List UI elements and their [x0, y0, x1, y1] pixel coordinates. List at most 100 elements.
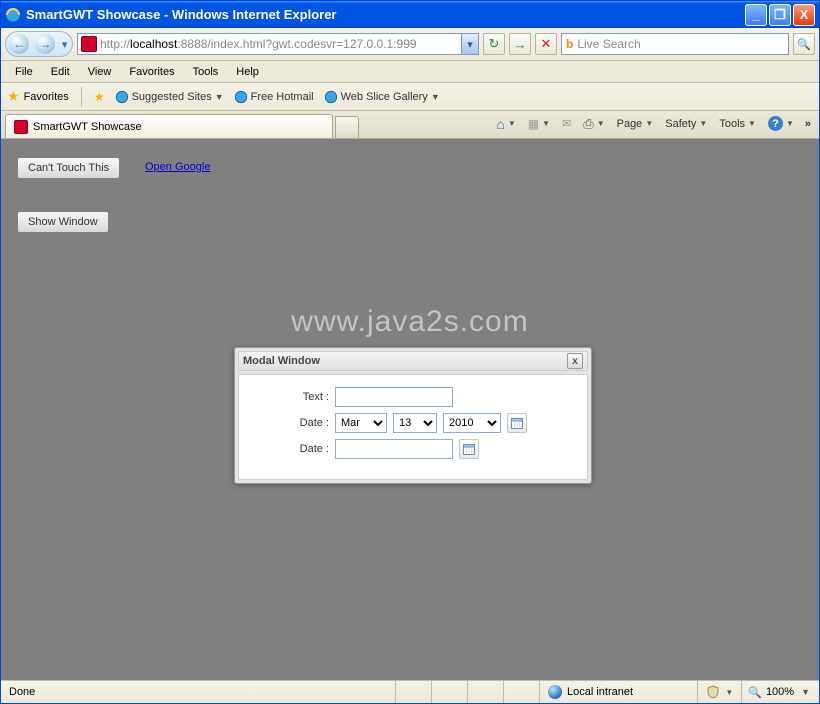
- month-select[interactable]: Mar: [335, 413, 387, 433]
- zone-label: Local intranet: [567, 686, 633, 698]
- url-protocol: http://: [100, 37, 130, 51]
- show-window-button[interactable]: Show Window: [17, 211, 109, 233]
- back-forward-buttons[interactable]: ← → ▾: [5, 31, 73, 57]
- ie-icon: [5, 7, 21, 23]
- cant-touch-button[interactable]: Can't Touch This: [17, 157, 120, 179]
- close-button[interactable]: X: [793, 4, 815, 26]
- safety-label: Safety: [665, 118, 696, 130]
- modal-close-button[interactable]: x: [567, 353, 583, 369]
- fav-link-label: Web Slice Gallery: [341, 91, 428, 103]
- page-icon: [81, 36, 97, 52]
- year-select[interactable]: 2010: [443, 413, 501, 433]
- fav-link-label: Free Hotmail: [251, 91, 314, 103]
- open-google-link[interactable]: Open Google: [145, 161, 210, 173]
- url-text: http://localhost:8888/index.html?gwt.cod…: [100, 37, 461, 51]
- menu-help[interactable]: Help: [228, 63, 267, 81]
- tab-smartgwt[interactable]: SmartGWT Showcase: [5, 114, 333, 138]
- date-text-input[interactable]: [335, 439, 453, 459]
- chevron-down-icon: ▼: [798, 687, 813, 697]
- text-input[interactable]: [335, 387, 453, 407]
- chevron-down-icon: ▼: [508, 119, 516, 128]
- forward-button[interactable]: →: [35, 34, 55, 54]
- chevron-down-icon: ▼: [699, 119, 707, 128]
- tools-menu[interactable]: Tools▼: [714, 113, 761, 135]
- navbar: ← → ▾ http://localhost:8888/index.html?g…: [1, 28, 819, 61]
- calendar-icon: [511, 417, 523, 429]
- search-box[interactable]: b Live Search: [561, 33, 789, 55]
- page-menu[interactable]: Page▼: [612, 113, 659, 135]
- back-button[interactable]: ←: [9, 34, 29, 54]
- date-picker-button[interactable]: [507, 413, 527, 433]
- tab-label: SmartGWT Showcase: [33, 121, 142, 133]
- ie-icon: [115, 90, 129, 104]
- tabbar: SmartGWT Showcase ⌂▼ ▦▼ ✉ ⎙▼ Page▼ Safet…: [1, 111, 819, 139]
- modal-titlebar[interactable]: Modal Window x: [238, 351, 588, 371]
- stop-button[interactable]: ✕: [535, 33, 557, 55]
- safety-menu[interactable]: Safety▼: [660, 113, 712, 135]
- separator: [81, 87, 82, 107]
- address-bar[interactable]: http://localhost:8888/index.html?gwt.cod…: [77, 33, 479, 55]
- chevron-down-icon: ▼: [748, 119, 756, 128]
- url-host: localhost: [130, 37, 177, 51]
- status-pane: [504, 681, 540, 703]
- home-button[interactable]: ⌂▼: [491, 113, 520, 135]
- date-picker-button-2[interactable]: [459, 439, 479, 459]
- globe-icon: [548, 685, 562, 699]
- add-favorite-icon[interactable]: ★: [94, 90, 105, 104]
- search-provider-icon: b: [566, 37, 573, 51]
- feeds-button[interactable]: ▦▼: [523, 113, 555, 135]
- toolbar-overflow[interactable]: »: [801, 118, 815, 130]
- fav-suggested-sites[interactable]: Suggested Sites ▼: [115, 90, 224, 104]
- fav-web-slice-gallery[interactable]: Web Slice Gallery ▼: [324, 90, 440, 104]
- maximize-icon: ❐: [774, 7, 786, 23]
- menu-view[interactable]: View: [80, 63, 120, 81]
- protected-mode[interactable]: ▼: [698, 681, 742, 703]
- chevron-down-icon: ▼: [215, 92, 224, 102]
- menu-tools[interactable]: Tools: [185, 63, 227, 81]
- refresh-button[interactable]: ↻: [483, 33, 505, 55]
- favorites-bar: ★ Favorites ★ Suggested Sites ▼ Free Hot…: [1, 83, 819, 111]
- status-pane: [468, 681, 504, 703]
- watermark: www.java2s.com: [1, 305, 819, 339]
- modal-title: Modal Window: [243, 355, 567, 367]
- help-button[interactable]: ?▼: [763, 113, 799, 135]
- url-path: :8888/index.html?gwt.codesvr=127.0.0.1:9…: [177, 37, 416, 51]
- search-icon: 🔍: [797, 38, 811, 51]
- maximize-button[interactable]: ❐: [769, 4, 791, 26]
- favorites-button[interactable]: ★ Favorites: [7, 88, 69, 105]
- stop-icon: ✕: [541, 36, 552, 52]
- status-pane: [396, 681, 432, 703]
- go-button[interactable]: →: [509, 33, 531, 55]
- menu-favorites[interactable]: Favorites: [121, 63, 182, 81]
- menu-edit[interactable]: Edit: [43, 63, 78, 81]
- security-zone[interactable]: Local intranet: [540, 681, 698, 703]
- status-left: Done: [1, 681, 396, 703]
- chevron-down-icon: ▼: [597, 119, 605, 128]
- read-mail-button[interactable]: ✉: [557, 113, 576, 135]
- page-label: Page: [617, 118, 643, 130]
- favorites-label: Favorites: [24, 91, 69, 103]
- chevron-down-icon: ▼: [431, 92, 440, 102]
- new-tab-button[interactable]: [335, 116, 359, 138]
- day-select[interactable]: 13: [393, 413, 437, 433]
- rss-icon: ▦: [528, 117, 539, 131]
- modal-body: Text : Date : Mar 13 2010: [238, 374, 588, 480]
- titlebar: SmartGWT Showcase - Windows Internet Exp…: [1, 1, 819, 28]
- address-dropdown[interactable]: ▾: [461, 34, 478, 54]
- search-go-button[interactable]: 🔍: [793, 33, 815, 55]
- tools-label: Tools: [719, 118, 745, 130]
- modal-window: Modal Window x Text : Date : Mar 13: [234, 347, 592, 484]
- go-icon: →: [514, 37, 527, 52]
- fav-free-hotmail[interactable]: Free Hotmail: [234, 90, 314, 104]
- history-dropdown[interactable]: ▾: [62, 38, 69, 51]
- print-button[interactable]: ⎙▼: [578, 113, 609, 135]
- menu-file[interactable]: File: [7, 63, 41, 81]
- shield-icon: [706, 685, 720, 699]
- zoom-control[interactable]: 🔍 100% ▼: [742, 681, 819, 703]
- date-label-2: Date :: [249, 443, 329, 455]
- minimize-button[interactable]: _: [745, 4, 767, 26]
- mail-icon: ✉: [562, 117, 571, 130]
- page-icon: [14, 120, 28, 134]
- date-label: Date :: [249, 417, 329, 429]
- window-title: SmartGWT Showcase - Windows Internet Exp…: [26, 7, 745, 22]
